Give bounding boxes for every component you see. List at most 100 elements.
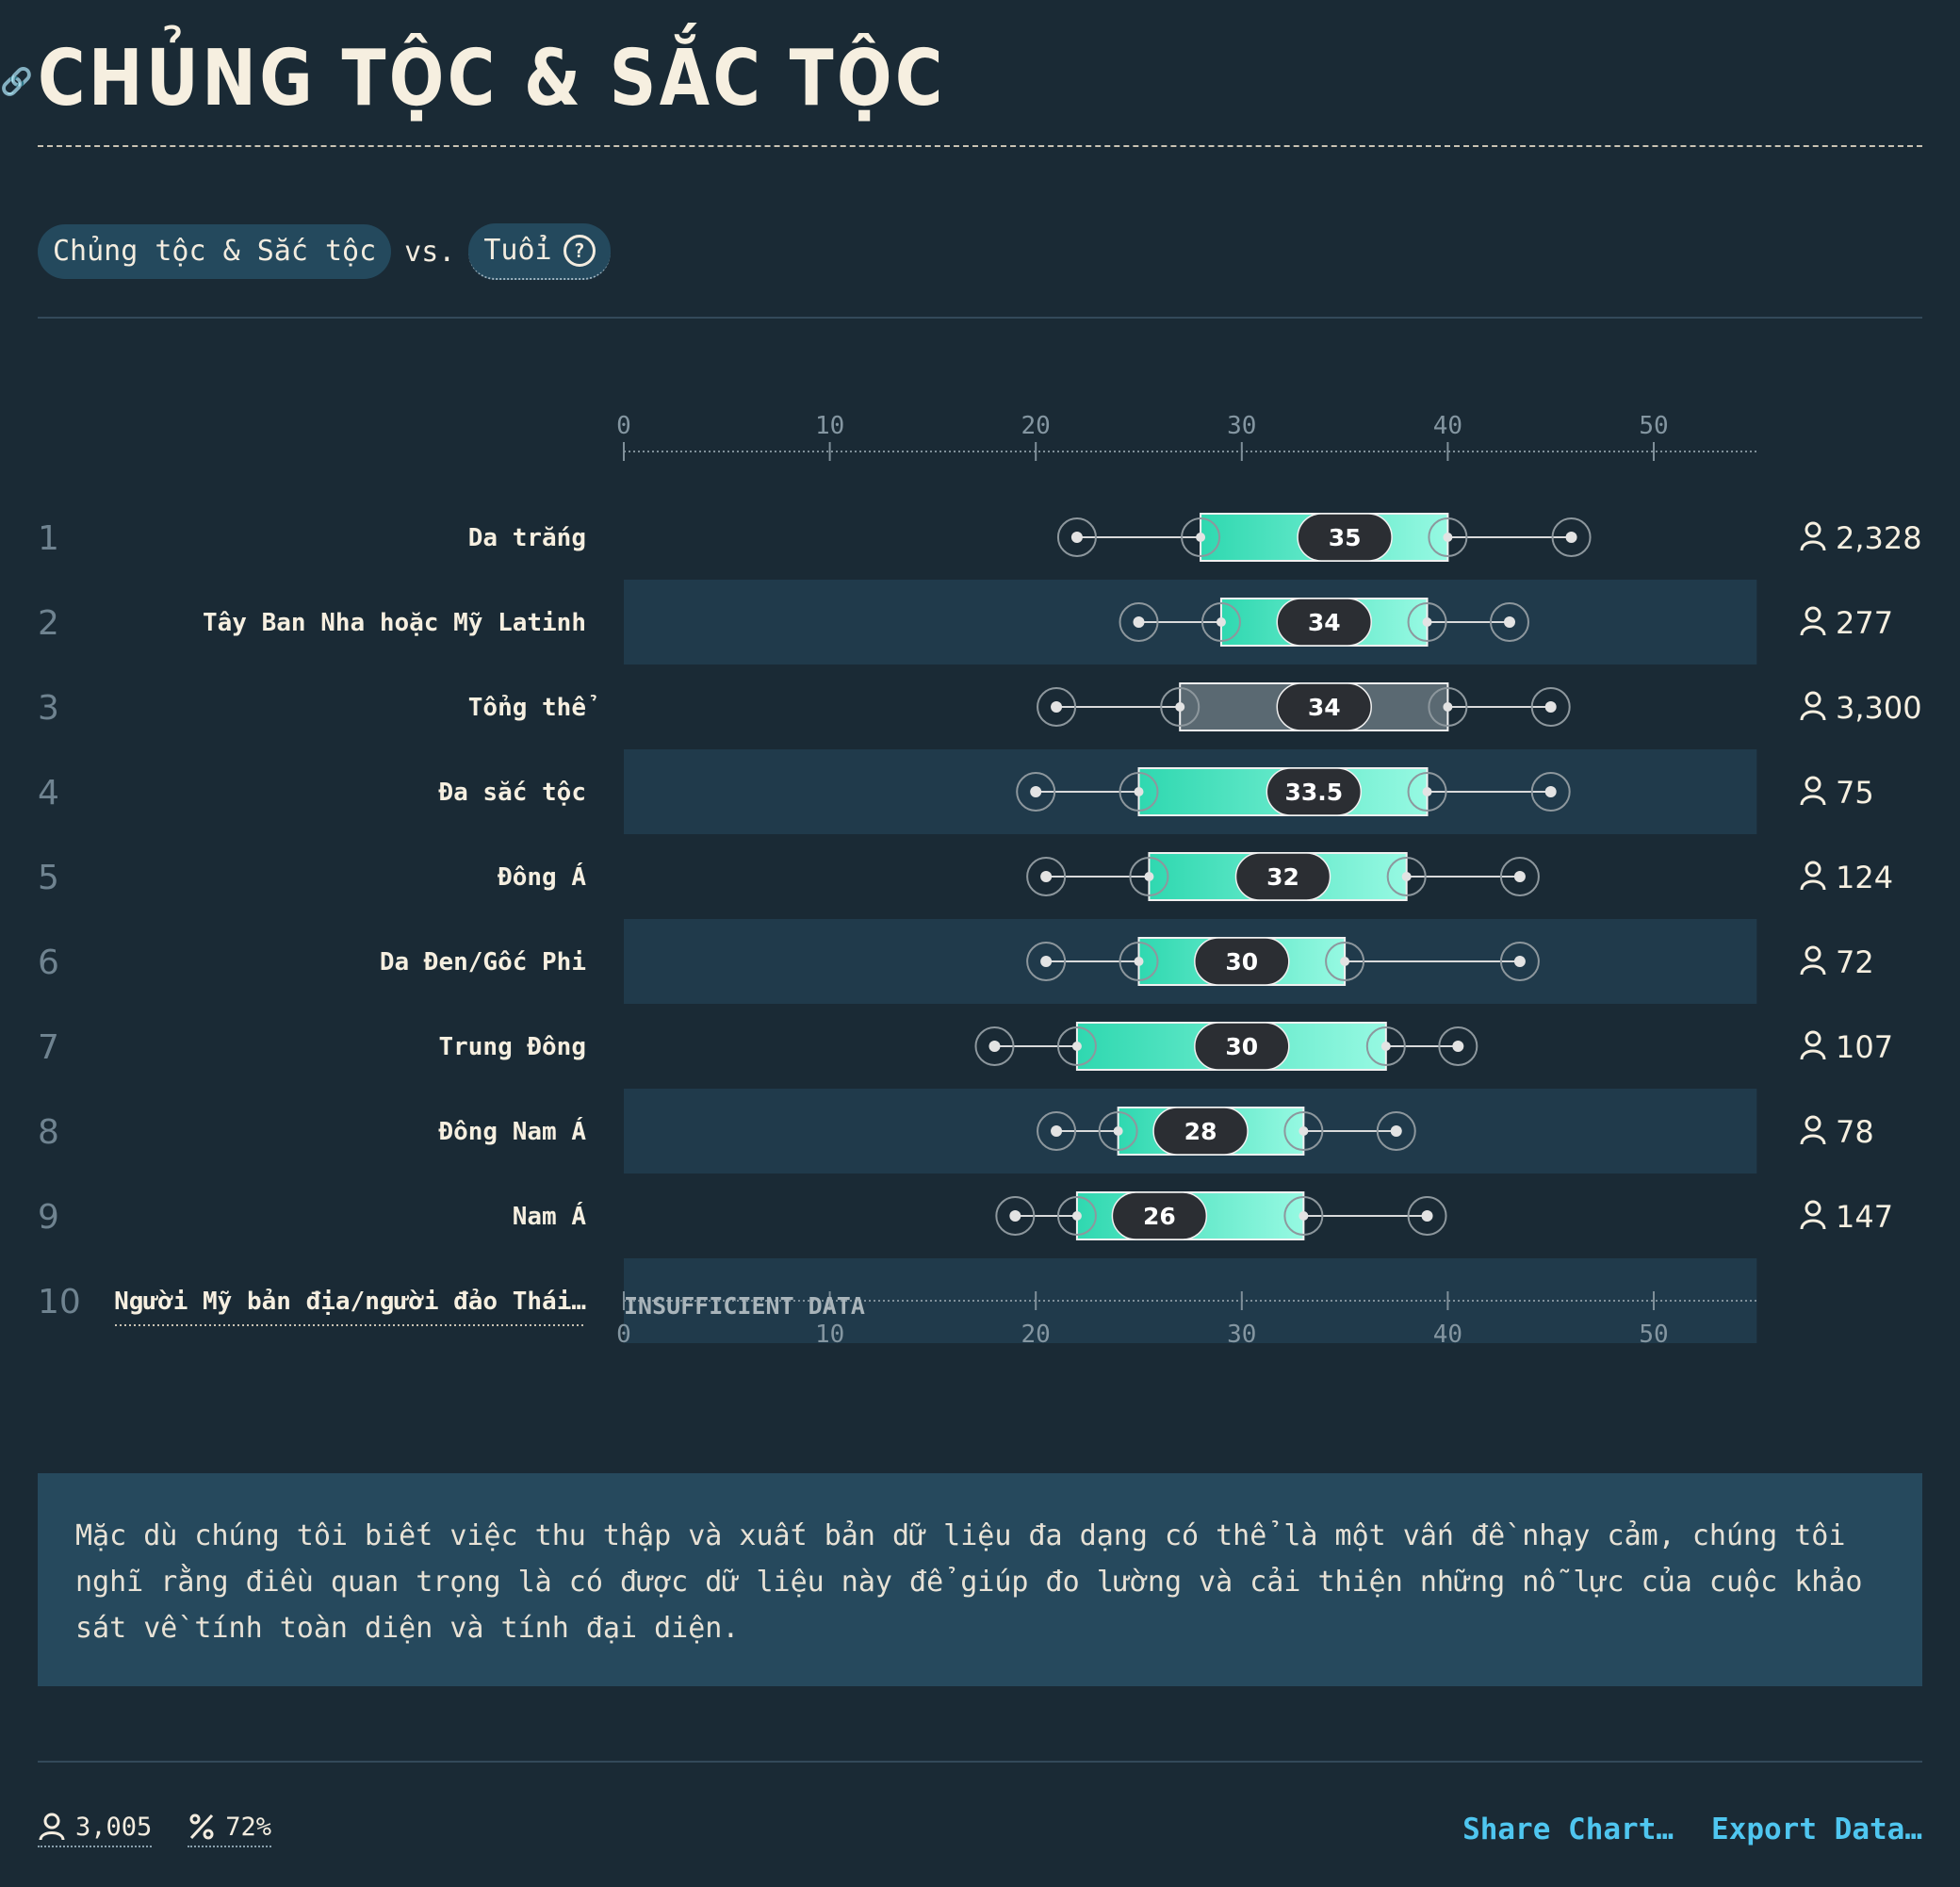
max-marker <box>1544 786 1557 797</box>
max-marker <box>1503 616 1515 628</box>
row-rank: 10 <box>38 1283 81 1321</box>
row-label: Nam Á <box>513 1201 587 1231</box>
bottom-axis-tick-label: 30 <box>1227 1321 1256 1349</box>
row-rank: 1 <box>38 519 59 558</box>
row-count: 75 <box>1836 775 1874 811</box>
person-icon <box>1805 1115 1821 1132</box>
person-icon <box>1805 606 1821 623</box>
min-marker <box>1051 1125 1063 1137</box>
median-label: 33.5 <box>1284 779 1343 806</box>
percent-value: 72% <box>225 1812 272 1842</box>
footer-links: Share Chart… Export Data… <box>1462 1806 1922 1853</box>
median-label: 35 <box>1329 524 1362 551</box>
person-icon <box>1805 945 1821 962</box>
export-data-link[interactable]: Export Data… <box>1711 1813 1922 1846</box>
max-marker <box>1513 956 1526 967</box>
q3-marker <box>1422 787 1432 796</box>
respondents-stat[interactable]: 3,005 <box>38 1812 153 1847</box>
footer-stats: 3,005 72% <box>38 1806 272 1853</box>
row-rank: 2 <box>38 604 59 643</box>
share-chart-link[interactable]: Share Chart… <box>1462 1813 1674 1846</box>
metric-label: Tuổi <box>483 234 552 267</box>
row-label: Trung Đông <box>438 1033 586 1061</box>
vs-label: vs. <box>404 235 456 269</box>
person-icon-body <box>1800 1134 1826 1145</box>
median-label: 30 <box>1225 948 1258 976</box>
row-label: Người Mỹ bản địa/người đảo Thái… <box>114 1288 586 1316</box>
min-marker <box>1051 701 1063 713</box>
q1-marker <box>1134 787 1144 796</box>
bottom-axis-tick-label: 50 <box>1639 1321 1668 1349</box>
person-icon-body <box>1800 540 1826 551</box>
row-rank: 6 <box>38 944 59 982</box>
median-label: 34 <box>1308 609 1341 636</box>
min-marker <box>1133 616 1145 628</box>
min-marker <box>1009 1210 1021 1222</box>
category-selector[interactable]: Chủng tộc & Sắc tộc <box>38 224 392 279</box>
top-axis-tick-label: 30 <box>1227 412 1256 440</box>
q3-marker <box>1298 1126 1309 1136</box>
min-marker <box>988 1041 1001 1052</box>
percent-stat[interactable]: 72% <box>188 1812 272 1847</box>
row-label: Đa sắc tộc <box>438 779 586 807</box>
row-rank: 7 <box>38 1028 59 1067</box>
row-count: 124 <box>1836 860 1893 895</box>
insufficient-data-label: INSUFFICIENT DATA <box>624 1292 865 1320</box>
person-icon <box>1805 1200 1821 1217</box>
bottom-axis-tick-label: 10 <box>815 1321 844 1349</box>
q1-marker <box>1175 702 1185 712</box>
top-axis-tick-label: 0 <box>616 412 631 440</box>
row-label: Tây Ban Nha hoặc Mỹ Latinh <box>203 609 586 637</box>
row-count: 3,300 <box>1836 690 1922 726</box>
respondents-count: 3,005 <box>75 1812 153 1842</box>
q1-marker <box>1071 1042 1082 1051</box>
person-icon-body <box>1800 964 1826 976</box>
top-axis-tick-label: 20 <box>1021 412 1051 440</box>
help-icon[interactable]: ? <box>563 235 596 267</box>
q3-marker <box>1443 702 1453 712</box>
percent-icon <box>189 1813 214 1840</box>
person-icon-body <box>1800 1049 1826 1060</box>
person-icon-body <box>1800 1219 1826 1230</box>
footer-divider <box>38 1761 1922 1763</box>
bottom-axis-tick-label: 40 <box>1433 1321 1462 1349</box>
median-label: 30 <box>1225 1033 1258 1060</box>
disclaimer-note: Mặc dù chúng tôi biết việc thu thập và x… <box>38 1473 1922 1686</box>
metric-selector[interactable]: Tuổi ? <box>468 223 611 280</box>
row-count: 147 <box>1836 1199 1893 1235</box>
bottom-axis-tick-label: 0 <box>616 1321 631 1349</box>
person-icon <box>1805 1030 1821 1047</box>
row-rank: 8 <box>38 1113 59 1152</box>
person-icon <box>1805 521 1821 538</box>
filter-bar: Chủng tộc & Sắc tộc vs. Tuổi ? <box>38 223 611 280</box>
q3-marker <box>1422 617 1432 627</box>
row-rank: 4 <box>38 774 59 812</box>
row-rank: 5 <box>38 859 59 897</box>
boxplot-chart: 0 10 20 30 40 500 10 20 30 40 501 Da trắng 35 2,3282 T… <box>38 412 1922 1349</box>
disclaimer-text: Mặc dù chúng tôi biết việc thu thập và x… <box>75 1519 1863 1645</box>
max-marker <box>1544 701 1557 713</box>
filter-divider <box>38 317 1922 319</box>
min-marker <box>1030 786 1042 797</box>
min-marker <box>1040 956 1053 967</box>
link-icon[interactable]: 🔗 <box>0 66 33 97</box>
q1-marker <box>1216 617 1226 627</box>
top-axis-tick-label: 10 <box>815 412 844 440</box>
row-count: 107 <box>1836 1029 1893 1065</box>
title-divider <box>38 145 1922 147</box>
q1-marker <box>1144 872 1154 881</box>
max-marker <box>1421 1210 1433 1222</box>
row-count: 2,328 <box>1836 520 1922 556</box>
person-icon-body <box>1800 879 1826 891</box>
median-label: 26 <box>1143 1203 1176 1230</box>
max-marker <box>1452 1041 1464 1052</box>
q1-marker <box>1071 1211 1082 1221</box>
person-icon <box>1805 861 1821 878</box>
row-count: 277 <box>1836 605 1893 641</box>
q3-marker <box>1298 1211 1309 1221</box>
top-axis-tick-label: 50 <box>1639 412 1668 440</box>
top-axis-tick-label: 40 <box>1433 412 1462 440</box>
person-icon <box>39 1813 65 1841</box>
q3-marker <box>1340 957 1350 966</box>
min-marker <box>1040 871 1053 882</box>
